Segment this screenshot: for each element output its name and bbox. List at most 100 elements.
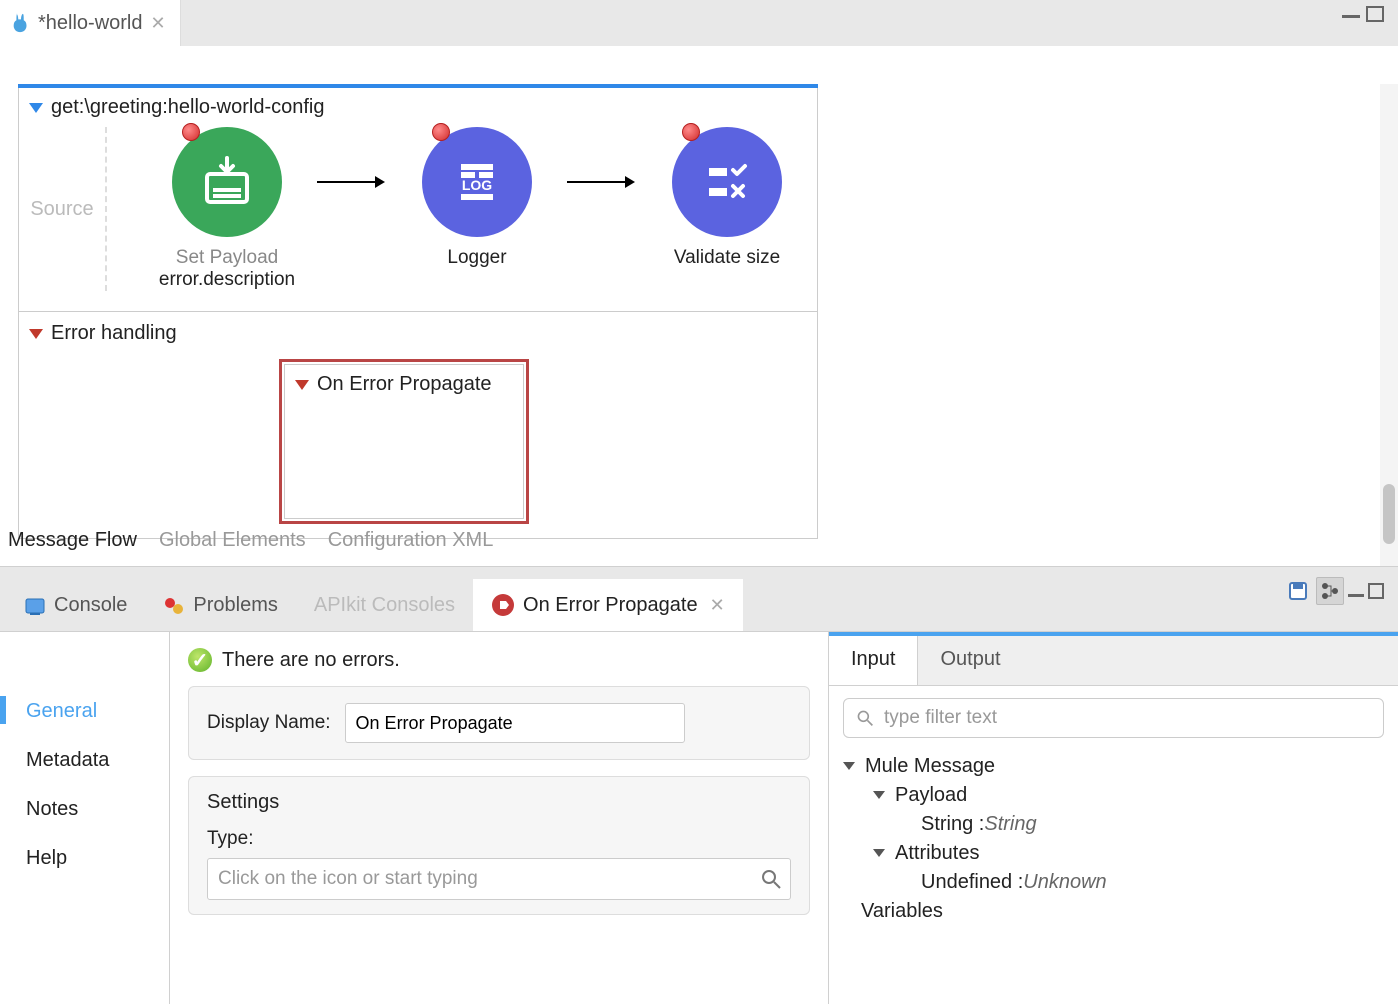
tree-label: Payload — [895, 784, 967, 807]
chevron-down-icon[interactable] — [873, 791, 885, 799]
connector-arrow — [567, 127, 637, 237]
source-label: Source — [30, 198, 93, 221]
toggle-tree-button[interactable] — [1316, 577, 1344, 605]
props-form: ✓ There are no errors. Display Name: Set… — [170, 632, 828, 1004]
tab-message-flow[interactable]: Message Flow — [8, 529, 137, 552]
chevron-down-icon[interactable] — [29, 329, 43, 339]
tree-row-payload-type[interactable]: String : String — [843, 810, 1384, 839]
validate-icon — [699, 154, 755, 210]
maximize-button[interactable] — [1366, 6, 1384, 22]
minimize-button[interactable] — [1348, 585, 1364, 597]
error-propagate-icon — [491, 593, 515, 617]
display-name-input[interactable] — [345, 703, 685, 743]
ok-check-icon: ✓ — [188, 648, 212, 672]
node-label: Set Payload — [176, 247, 278, 269]
search-icon[interactable] — [760, 868, 782, 890]
tree-type: String — [984, 813, 1036, 836]
tree-row-mule-message[interactable]: Mule Message — [843, 752, 1384, 781]
close-icon[interactable]: ✕ — [710, 595, 725, 616]
tree-label: Variables — [861, 900, 943, 923]
mule-rabbit-icon — [10, 12, 32, 34]
io-tabs: Input Output — [829, 636, 1398, 686]
tab-label: Console — [54, 594, 127, 617]
maximize-button[interactable] — [1368, 583, 1384, 599]
breakpoint-icon — [432, 123, 450, 141]
minimize-button[interactable] — [1342, 6, 1360, 18]
node-sublabel: error.description — [159, 269, 295, 291]
console-icon — [24, 595, 46, 617]
source-drop-area[interactable]: Source — [19, 127, 107, 291]
tab-console[interactable]: Console — [6, 580, 145, 631]
error-status: ✓ There are no errors. — [188, 648, 810, 672]
properties-panel: Console Problems APIkit Consoles On Erro… — [0, 566, 1398, 1004]
tree-label: Undefined : — [921, 871, 1023, 894]
svg-text:LOG: LOG — [462, 177, 492, 193]
on-error-propagate-container[interactable]: On Error Propagate — [279, 359, 529, 524]
close-icon[interactable]: ✕ — [151, 13, 166, 34]
tree-label: String : — [921, 813, 984, 836]
filter-input[interactable]: type filter text — [843, 698, 1384, 738]
sidebar-item-general[interactable]: General — [0, 692, 169, 741]
settings-title: Settings — [207, 791, 791, 814]
chevron-down-icon[interactable] — [295, 380, 309, 390]
node-label: Logger — [447, 247, 506, 269]
breakpoint-icon — [182, 123, 200, 141]
tab-apikit-consoles[interactable]: APIkit Consoles — [296, 580, 473, 631]
tree-row-attributes-type[interactable]: Undefined : Unknown — [843, 868, 1384, 897]
tab-problems[interactable]: Problems — [145, 580, 295, 631]
save-button[interactable] — [1284, 577, 1312, 605]
scrollbar-thumb[interactable] — [1383, 484, 1395, 544]
type-input[interactable]: Click on the icon or start typing — [207, 858, 791, 900]
editor-view-tabs: Message Flow Global Elements Configurati… — [4, 521, 497, 566]
error-handling-section[interactable]: Error handling On Error Propagate — [18, 312, 818, 539]
tree-row-variables[interactable]: Variables — [843, 897, 1384, 926]
active-marker — [0, 696, 6, 724]
chevron-down-icon[interactable] — [873, 849, 885, 857]
tree-type: Unknown — [1023, 871, 1106, 894]
save-icon — [1287, 580, 1309, 602]
tab-label: On Error Propagate — [523, 594, 698, 617]
node-set-payload[interactable]: Set Payload error.description — [137, 127, 317, 291]
tree-label: Mule Message — [865, 755, 995, 778]
bottom-tab-bar: Console Problems APIkit Consoles On Erro… — [0, 567, 1398, 631]
io-panel: Input Output type filter text Mule Messa… — [828, 632, 1398, 1004]
set-payload-icon — [199, 154, 255, 210]
tree-label: Attributes — [895, 842, 979, 865]
breakpoint-icon — [682, 123, 700, 141]
tree-row-payload[interactable]: Payload — [843, 781, 1384, 810]
flow-header[interactable]: get:\greeting:hello-world-config — [19, 88, 817, 123]
metadata-tree[interactable]: Mule Message Payload String : String Att… — [843, 752, 1384, 926]
tab-input[interactable]: Input — [829, 636, 918, 685]
window-controls — [1342, 6, 1384, 22]
type-label: Type: — [207, 828, 791, 850]
editor-tab-hello-world[interactable]: *hello-world ✕ — [0, 0, 181, 46]
tab-global-elements[interactable]: Global Elements — [159, 529, 306, 552]
node-validate-size[interactable]: Validate size — [637, 127, 817, 269]
sidebar-item-metadata[interactable]: Metadata — [0, 741, 169, 790]
chevron-down-icon[interactable] — [843, 762, 855, 770]
node-logger[interactable]: LOG Logger — [387, 127, 567, 269]
tree-icon — [1319, 580, 1341, 602]
search-icon — [856, 709, 874, 727]
tab-label: Problems — [193, 594, 277, 617]
editor-tab-title: *hello-world — [38, 12, 143, 35]
tab-output[interactable]: Output — [918, 636, 1022, 685]
tree-row-attributes[interactable]: Attributes — [843, 839, 1384, 868]
vertical-scrollbar[interactable] — [1380, 84, 1398, 566]
tab-on-error-propagate[interactable]: On Error Propagate ✕ — [473, 579, 743, 631]
tab-label: APIkit Consoles — [314, 594, 455, 617]
flow-container[interactable]: get:\greeting:hello-world-config Source — [18, 88, 818, 312]
props-sidebar: General Metadata Notes Help — [0, 632, 170, 1004]
logger-icon: LOG — [449, 154, 505, 210]
sidebar-item-help[interactable]: Help — [0, 839, 169, 888]
flow-canvas[interactable]: get:\greeting:hello-world-config Source — [0, 46, 1398, 566]
status-text: There are no errors. — [222, 649, 400, 672]
flow-name: get:\greeting:hello-world-config — [51, 96, 325, 119]
chevron-down-icon[interactable] — [29, 103, 43, 113]
sidebar-item-notes[interactable]: Notes — [0, 790, 169, 839]
tab-configuration-xml[interactable]: Configuration XML — [328, 529, 494, 552]
on-error-title: On Error Propagate — [317, 373, 492, 396]
display-name-card: Display Name: — [188, 686, 810, 760]
error-handling-header[interactable]: Error handling — [29, 322, 807, 345]
filter-placeholder: type filter text — [884, 707, 997, 729]
